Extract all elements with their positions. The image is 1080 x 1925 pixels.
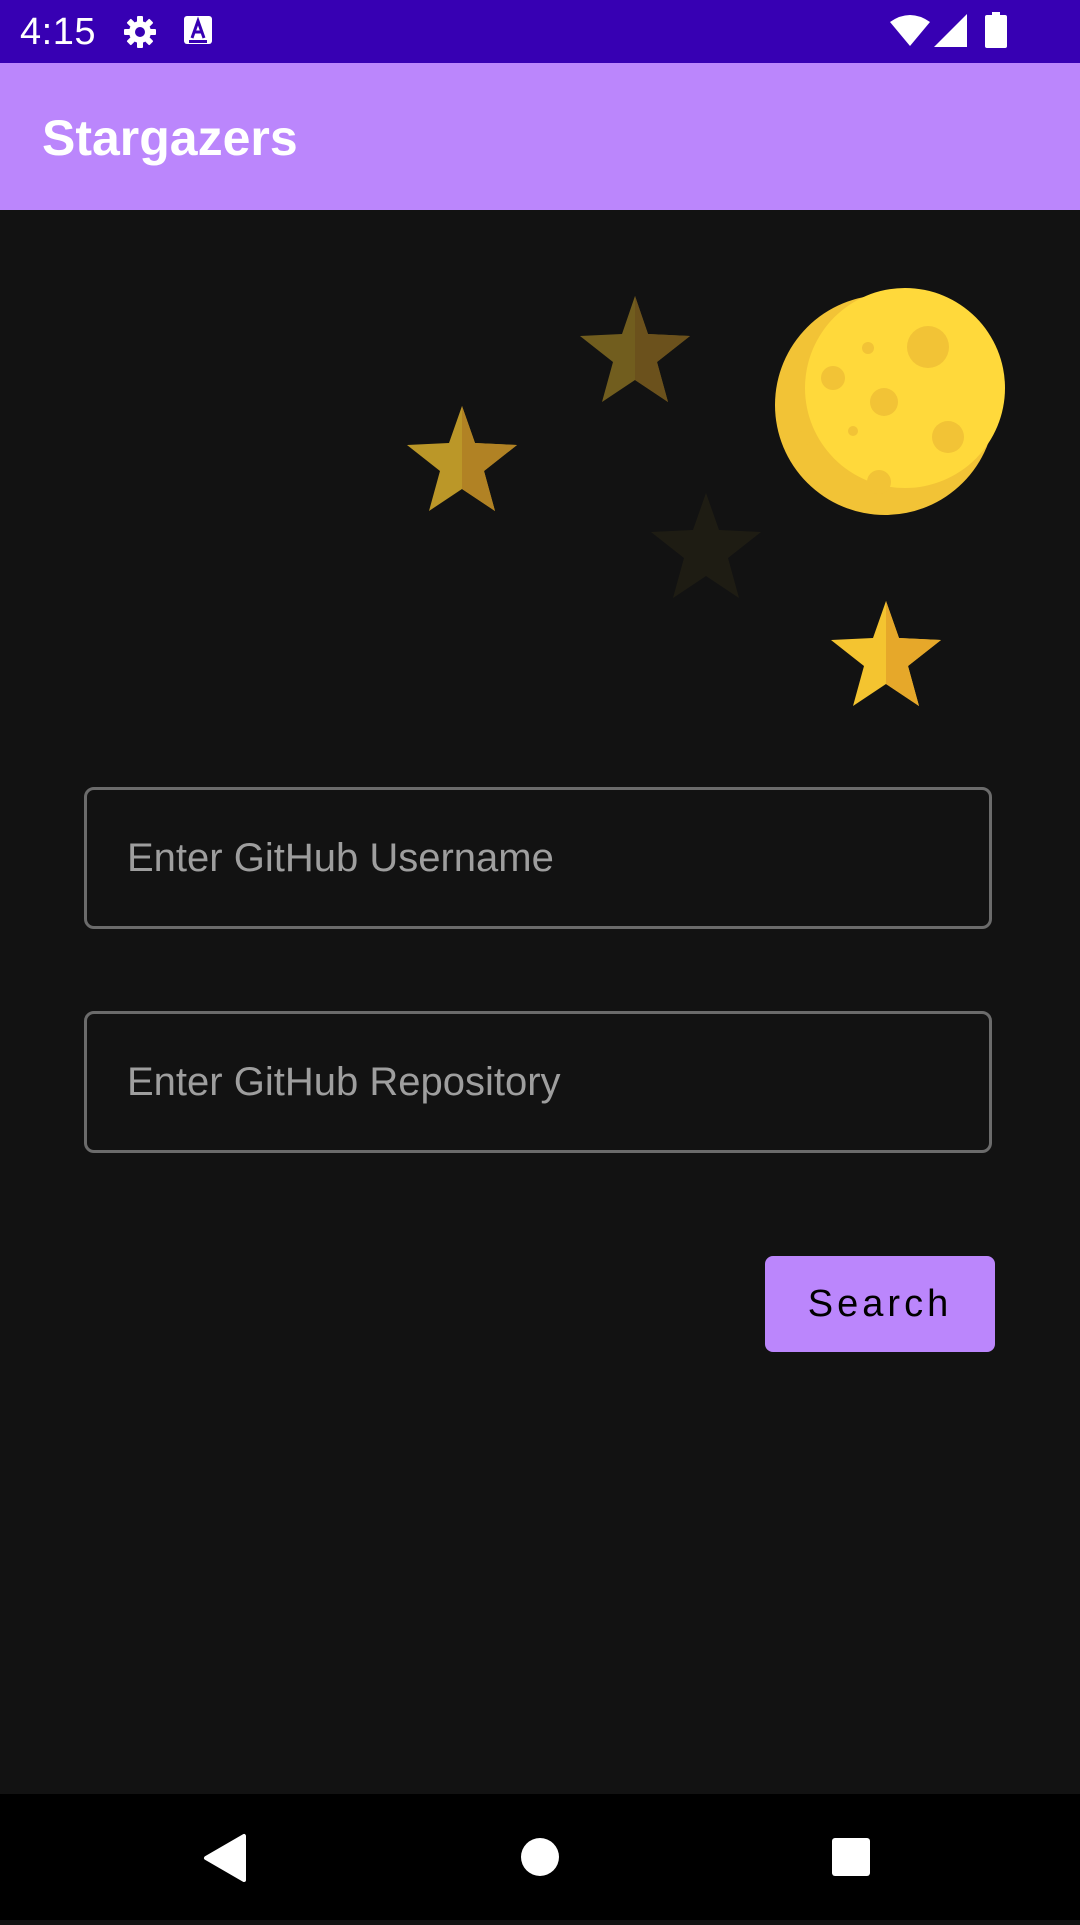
- repository-input[interactable]: [87, 1014, 989, 1150]
- gear-icon: [122, 14, 158, 55]
- repository-field[interactable]: [84, 1011, 992, 1153]
- status-time: 4:15: [20, 11, 96, 53]
- app-title: Stargazers: [42, 110, 298, 166]
- back-icon: [204, 1834, 246, 1882]
- navigation-bar: [0, 1794, 1080, 1920]
- cell-signal-icon: [934, 14, 968, 53]
- status-bar: 4:15: [0, 0, 1080, 63]
- star-icon: [580, 296, 690, 402]
- wifi-icon: [890, 14, 930, 53]
- back-button[interactable]: [146, 1794, 306, 1920]
- username-field[interactable]: [84, 787, 992, 929]
- star-icon: [407, 406, 517, 511]
- star-icon: [651, 493, 761, 598]
- username-input[interactable]: [87, 790, 989, 926]
- battery-icon: [985, 12, 1007, 53]
- recents-icon: [832, 1838, 870, 1876]
- recents-button[interactable]: [771, 1794, 931, 1920]
- moon-icon: [775, 288, 1005, 515]
- search-button[interactable]: Search: [765, 1256, 995, 1352]
- star-icon: [831, 601, 941, 706]
- stargazers-illustration: [407, 288, 1005, 706]
- home-icon: [521, 1838, 559, 1876]
- text-a-icon: [184, 16, 212, 53]
- home-button[interactable]: [460, 1794, 620, 1920]
